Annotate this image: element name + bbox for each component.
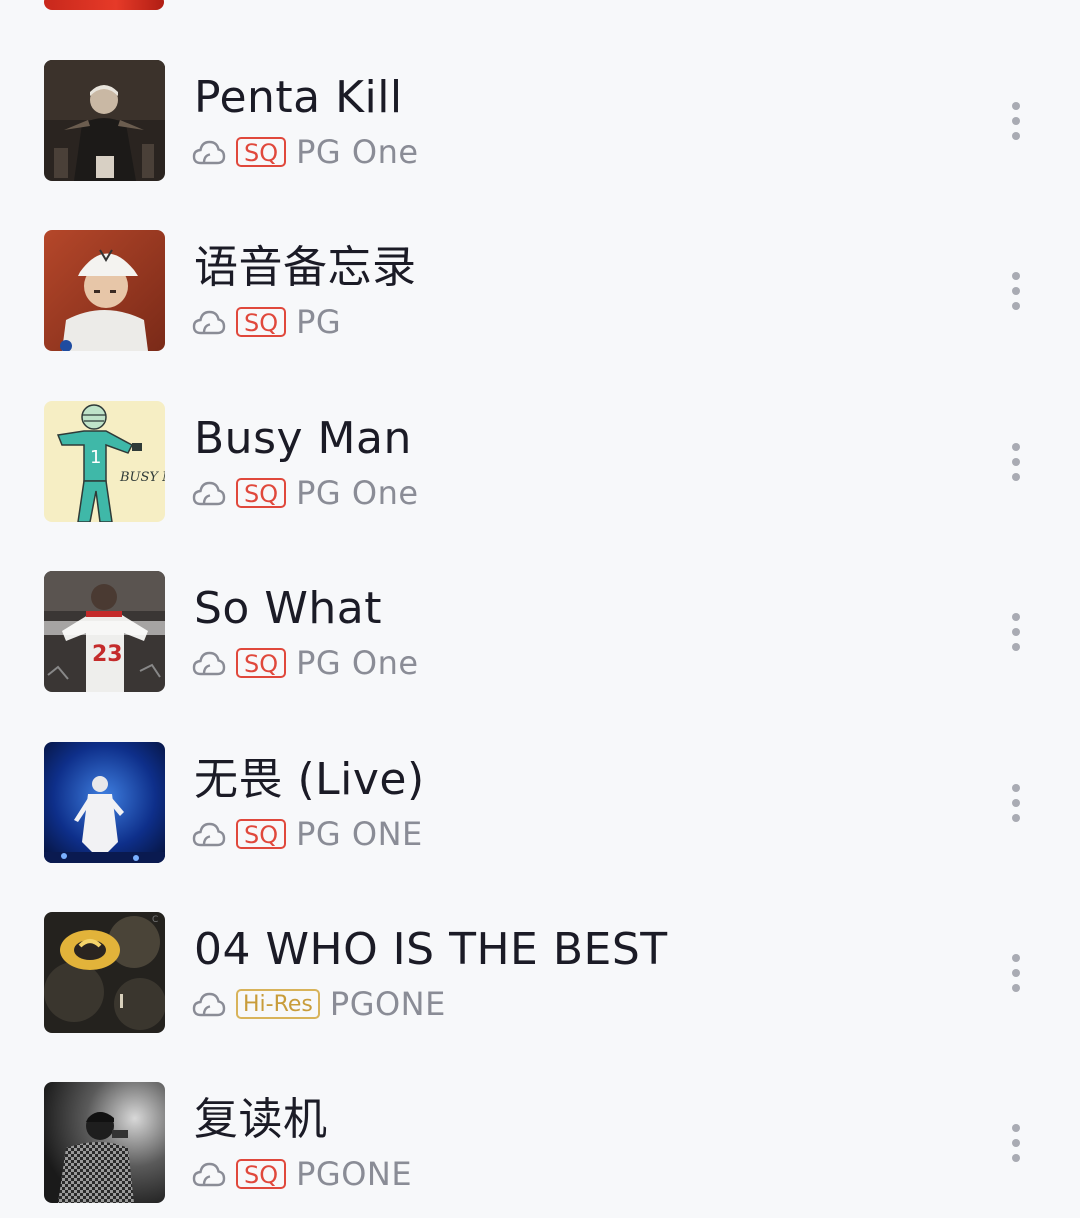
more-options-button[interactable] — [1000, 439, 1032, 485]
cloud-icon — [192, 1160, 226, 1188]
more-options-button[interactable] — [1000, 98, 1032, 144]
song-title: So What — [194, 583, 382, 635]
cloud-icon — [192, 308, 226, 336]
song-row[interactable]: C 04 WHO IS THE BEST Hi-Res PGONE — [0, 911, 1080, 1082]
song-row[interactable]: Penta Kill SQ PG One — [0, 60, 1080, 230]
cloud-icon — [192, 479, 226, 507]
song-title: Busy Man — [194, 412, 412, 464]
album-cover[interactable] — [44, 1082, 165, 1204]
album-cover[interactable] — [44, 741, 165, 863]
song-row[interactable]: 无畏 (Live) SQ PG ONE — [0, 741, 1080, 912]
quality-badge: SQ — [236, 1159, 287, 1190]
cloud-icon — [192, 138, 226, 166]
album-cover[interactable] — [44, 230, 165, 352]
cover-text: BUSY MAN — [119, 470, 165, 485]
quality-badge: Hi-Res — [236, 988, 320, 1019]
more-options-button[interactable] — [1000, 609, 1032, 655]
song-meta: SQ PG One — [192, 133, 419, 171]
more-options-button[interactable] — [1000, 1120, 1032, 1166]
quality-badge: SQ — [236, 818, 287, 849]
more-vertical-icon — [1012, 442, 1020, 451]
song-list-screen: Penta Kill SQ PG One 语音备忘录 SQ PG 1 BUSY … — [0, 0, 1080, 1218]
song-meta: SQ PG One — [192, 644, 419, 683]
song-title: 04 WHO IS THE BEST — [194, 923, 668, 975]
more-vertical-icon — [1012, 783, 1020, 792]
artist-name: PGONE — [329, 984, 446, 1023]
quality-badge: SQ — [236, 648, 287, 679]
song-row[interactable]: 23 So What SQ PG One — [0, 571, 1080, 741]
song-row[interactable]: 复读机 SQ PGONE — [0, 1082, 1080, 1218]
artist-name: PG One — [296, 644, 419, 683]
song-title: 语音备忘录 — [194, 242, 417, 294]
song-list: Penta Kill SQ PG One 语音备忘录 SQ PG 1 BUSY … — [0, 60, 1080, 1218]
artist-name: PG — [296, 303, 342, 342]
artist-name: PG One — [296, 473, 419, 512]
more-vertical-icon — [1012, 272, 1020, 281]
more-options-button[interactable] — [1000, 950, 1032, 996]
previous-album-cover[interactable] — [44, 0, 164, 10]
song-row[interactable]: 语音备忘录 SQ PG — [0, 230, 1080, 400]
song-meta: SQ PG ONE — [192, 814, 423, 853]
quality-badge: SQ — [236, 477, 287, 508]
more-options-button[interactable] — [1000, 780, 1032, 826]
song-row[interactable]: 1 BUSY MAN Busy Man SQ PG One — [0, 400, 1080, 571]
more-vertical-icon — [1012, 613, 1020, 622]
cloud-icon — [192, 820, 226, 848]
quality-badge: SQ — [236, 307, 287, 338]
svg-text:C: C — [152, 915, 158, 925]
song-title: Penta Kill — [194, 72, 403, 123]
song-title: 无畏 (Live) — [194, 753, 425, 805]
album-cover[interactable]: 1 BUSY MAN — [44, 400, 165, 522]
quality-badge: SQ — [236, 137, 287, 167]
album-cover[interactable]: 23 — [44, 571, 165, 693]
more-vertical-icon — [1012, 102, 1020, 110]
artist-name: PG ONE — [296, 814, 423, 853]
more-vertical-icon — [1012, 953, 1020, 962]
more-vertical-icon — [1012, 1124, 1020, 1133]
song-meta: SQ PG One — [192, 473, 419, 512]
song-meta: Hi-Res PGONE — [192, 984, 446, 1023]
album-cover[interactable] — [44, 60, 165, 181]
album-cover[interactable]: C — [44, 911, 165, 1033]
cloud-icon — [192, 649, 226, 677]
cloud-icon — [192, 990, 226, 1018]
song-title: 复读机 — [194, 1094, 328, 1146]
svg-text:1: 1 — [90, 447, 101, 468]
more-options-button[interactable] — [1000, 268, 1032, 314]
artist-name: PG One — [296, 133, 419, 171]
svg-text:23: 23 — [92, 642, 123, 667]
artist-name: PGONE — [296, 1155, 413, 1194]
song-meta: SQ PGONE — [192, 1155, 413, 1194]
song-meta: SQ PG — [192, 303, 342, 342]
